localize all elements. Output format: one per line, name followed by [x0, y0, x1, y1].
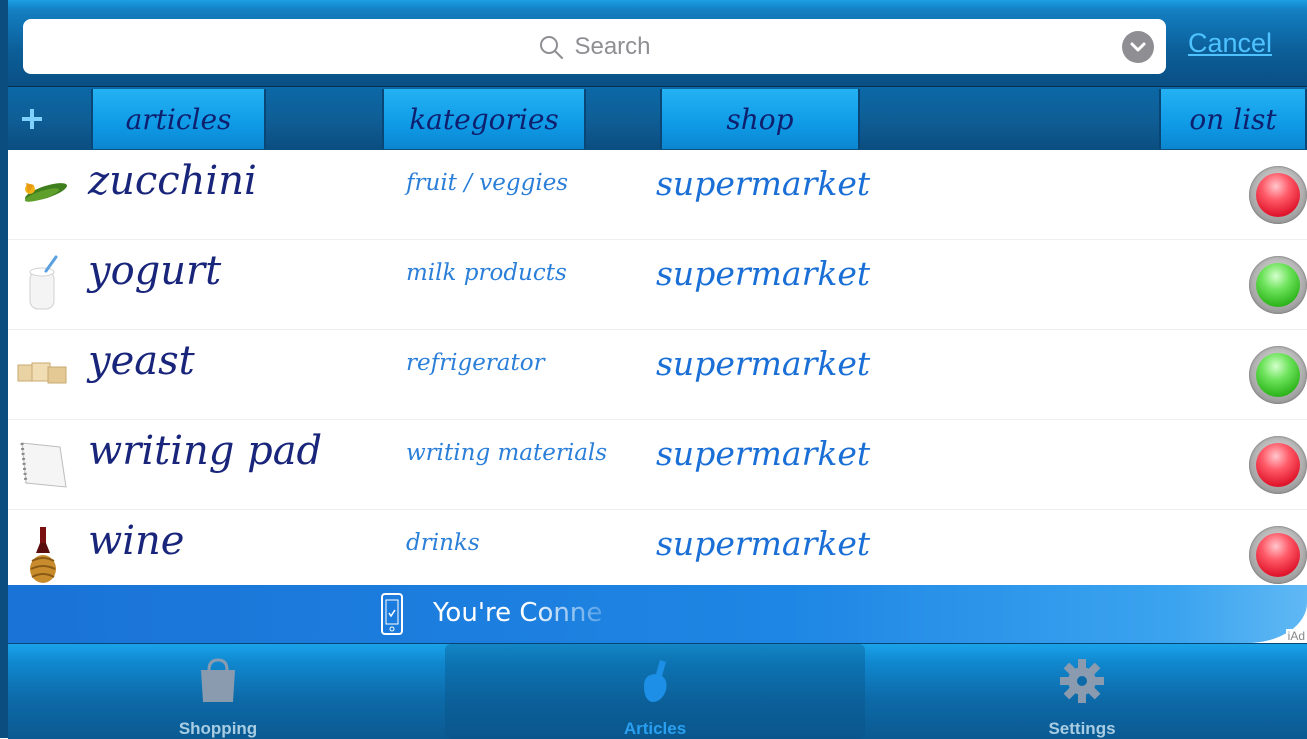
- yeast-icon: [17, 362, 67, 384]
- shopping-bag-icon: [201, 658, 235, 702]
- article-list: zucchini fruit / veggies supermarket yog…: [8, 150, 1307, 600]
- article-category: writing materials: [406, 440, 608, 466]
- on-list-status-toggle[interactable]: [1249, 346, 1307, 404]
- article-row[interactable]: zucchini fruit / veggies supermarket: [8, 150, 1307, 240]
- phone-icon: [381, 593, 403, 635]
- status-light-red-icon: [1256, 443, 1300, 487]
- cancel-button[interactable]: Cancel: [1188, 28, 1272, 59]
- on-list-status-toggle[interactable]: [1249, 526, 1307, 584]
- on-list-status-toggle[interactable]: [1249, 166, 1307, 224]
- writing-pad-icon: [20, 442, 67, 488]
- status-light-green-icon: [1256, 353, 1300, 397]
- article-row[interactable]: writing pad writing materials supermarke…: [8, 420, 1307, 510]
- article-row[interactable]: yogurt milk products supermarket: [8, 240, 1307, 330]
- gear-icon: [1060, 659, 1104, 703]
- article-name: writing pad: [88, 428, 323, 474]
- search-input[interactable]: Search: [23, 19, 1166, 74]
- status-light-green-icon: [1256, 263, 1300, 307]
- status-light-red-icon: [1256, 533, 1300, 577]
- ad-text: You're Conne: [433, 598, 603, 628]
- bottom-tab-bar: Shopping Articles Settings: [8, 643, 1307, 739]
- zucchini-icon: [24, 183, 68, 202]
- articles-icon: [644, 660, 667, 702]
- tab-settings[interactable]: Settings: [872, 644, 1292, 739]
- wine-icon: [30, 527, 56, 583]
- status-light-red-icon: [1256, 173, 1300, 217]
- article-shop: supermarket: [656, 524, 871, 563]
- tab-label: Settings: [1048, 719, 1116, 738]
- article-category: milk products: [406, 260, 567, 286]
- search-placeholder: Search: [574, 32, 651, 60]
- article-name: zucchini: [88, 158, 257, 204]
- column-tab-kategories[interactable]: kategories: [382, 89, 586, 149]
- tab-shopping[interactable]: Shopping: [8, 644, 428, 739]
- article-shop: supermarket: [656, 254, 871, 293]
- article-name: yeast: [88, 338, 195, 384]
- article-shop: supermarket: [656, 164, 871, 203]
- article-shop: supermarket: [656, 434, 871, 473]
- on-list-status-toggle[interactable]: [1249, 436, 1307, 494]
- tab-label: Articles: [623, 719, 687, 738]
- plus-icon: [22, 109, 42, 129]
- search-icon: [540, 35, 564, 59]
- ad-badge: iAd: [1285, 629, 1307, 643]
- article-name: wine: [88, 518, 185, 564]
- column-header-row: articles kategories shop on list: [8, 86, 1307, 152]
- left-edge-strip: [0, 0, 8, 738]
- article-name: yogurt: [88, 248, 222, 294]
- tab-articles[interactable]: Articles: [445, 644, 865, 739]
- article-shop: supermarket: [656, 344, 871, 383]
- search-bar: Search Cancel: [8, 0, 1307, 86]
- column-tab-articles[interactable]: articles: [91, 89, 266, 149]
- column-tab-shop[interactable]: shop: [660, 89, 860, 149]
- tab-label: Shopping: [178, 719, 258, 738]
- add-article-button[interactable]: [10, 87, 54, 151]
- article-row[interactable]: yeast refrigerator supermarket: [8, 330, 1307, 420]
- article-category: fruit / veggies: [406, 170, 569, 196]
- article-category: refrigerator: [406, 350, 545, 376]
- column-tab-on-list[interactable]: on list: [1159, 89, 1307, 149]
- yogurt-icon: [29, 255, 58, 310]
- ad-background: [8, 585, 1307, 643]
- chevron-down-icon[interactable]: [1122, 31, 1154, 63]
- article-category: drinks: [406, 530, 480, 556]
- on-list-status-toggle[interactable]: [1249, 256, 1307, 314]
- ad-banner[interactable]: You're Conne iAd: [8, 585, 1307, 643]
